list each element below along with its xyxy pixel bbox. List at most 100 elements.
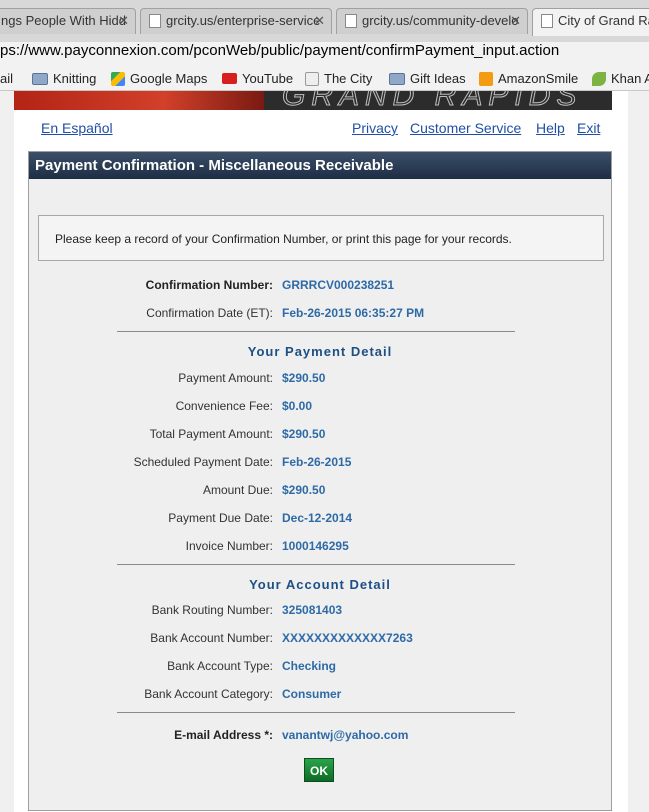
field-value: XXXXXXXXXXXXX7263 — [282, 631, 413, 645]
field-label: Bank Routing Number: — [151, 603, 273, 617]
bookmark-google-maps[interactable]: Google Maps — [111, 70, 207, 87]
field-value: $0.00 — [282, 399, 313, 413]
browser-tab-bar: ngs People With Hidd ✕ grcity.us/enterpr… — [0, 0, 649, 43]
field-label: Scheduled Payment Date: — [133, 455, 273, 469]
google-maps-icon — [111, 72, 125, 86]
divider — [117, 564, 515, 565]
confirmation-date-row: Confirmation Date (ET): Feb-26-2015 06:3… — [29, 304, 611, 322]
payment-row: Amount Due: $290.50 — [29, 481, 611, 499]
field-value: 1000146295 — [282, 539, 349, 553]
tab-close-icon[interactable]: ✕ — [118, 9, 129, 33]
browser-tab[interactable]: ngs People With Hidd ✕ — [0, 8, 136, 34]
site-banner: GRAND RAPIDS — [14, 91, 612, 110]
account-row: Bank Routing Number: 325081403 — [29, 601, 611, 619]
banner-logo-text: GRAND RAPIDS — [281, 91, 583, 110]
field-value: $290.50 — [282, 427, 326, 441]
bookmark-gift-ideas[interactable]: Gift Ideas — [389, 70, 466, 87]
folder-icon — [32, 73, 48, 85]
payment-row: Payment Due Date: Dec-12-2014 — [29, 509, 611, 527]
divider — [117, 712, 515, 713]
bookmark-label: YouTube — [242, 71, 294, 86]
account-row: Bank Account Category: Consumer — [29, 685, 611, 703]
bookmark-knitting[interactable]: Knitting — [32, 70, 96, 87]
bookmark-label: Khan A — [611, 71, 649, 86]
tab-close-icon[interactable]: ✕ — [314, 9, 325, 33]
bookmark-label: AmazonSmile — [498, 71, 579, 86]
bookmark-label: The City — [324, 71, 373, 86]
browser-tab-active[interactable]: City of Grand Rap — [532, 8, 649, 36]
field-value: Feb-26-2015 — [282, 455, 352, 469]
field-label: Confirmation Number: — [145, 278, 273, 292]
payment-row: Scheduled Payment Date: Feb-26-2015 — [29, 453, 611, 471]
confirmation-number: GRRRCV000238251 — [282, 278, 395, 292]
field-value: Checking — [282, 659, 337, 673]
bookmark-label: Gift Ideas — [410, 71, 466, 86]
field-label: Bank Account Category: — [144, 687, 273, 701]
help-link[interactable]: Help — [536, 120, 565, 136]
khan-leaf-icon — [592, 72, 606, 86]
field-label: Payment Due Date: — [168, 511, 273, 525]
field-label: Bank Account Type: — [167, 659, 273, 673]
payment-row: Convenience Fee: $0.00 — [29, 397, 611, 415]
account-detail-heading: Your Account Detail — [249, 577, 391, 592]
tab-title: City of Grand Rap — [558, 13, 649, 28]
bookmark-label: Knitting — [53, 71, 97, 86]
bookmarks-bar: ail Knitting Google Maps YouTube The Cit… — [0, 66, 649, 91]
tab-title: ngs People With Hidd — [1, 13, 127, 28]
tab-title: grcity.us/community-develo — [362, 13, 519, 28]
page-icon — [345, 14, 357, 28]
page-icon — [541, 14, 553, 28]
bookmark-item[interactable]: ail — [0, 70, 13, 87]
privacy-link[interactable]: Privacy — [352, 120, 398, 136]
address-bar[interactable]: ps://www.payconnexion.com/pconWeb/public… — [0, 42, 649, 66]
browser-tab[interactable]: grcity.us/community-develo ✕ — [336, 8, 528, 34]
bookmark-the-city[interactable]: The City — [305, 70, 372, 87]
field-value: 325081403 — [282, 603, 343, 617]
bookmark-amazonsmile[interactable]: AmazonSmile — [479, 70, 578, 87]
confirmation-number-row: Confirmation Number: GRRRCV000238251 — [29, 276, 611, 294]
field-label: Amount Due: — [202, 483, 273, 497]
bookmark-youtube[interactable]: YouTube — [222, 70, 293, 87]
bookmark-label: Google Maps — [130, 71, 208, 86]
youtube-icon — [222, 73, 237, 84]
field-label: E-mail Address *: — [174, 728, 273, 742]
bookmark-label: ail — [0, 71, 14, 86]
field-label: Total Payment Amount: — [149, 427, 273, 441]
tab-close-icon[interactable]: ✕ — [510, 9, 521, 33]
page-icon — [149, 14, 161, 28]
field-value: $290.50 — [282, 371, 326, 385]
field-label: Invoice Number: — [185, 539, 273, 553]
email-row: E-mail Address *: vanantwj@yahoo.com — [29, 726, 611, 744]
bookmark-khan[interactable]: Khan A — [592, 70, 649, 87]
payment-row: Invoice Number: 1000146295 — [29, 537, 611, 555]
espanol-link[interactable]: En Español — [41, 120, 113, 136]
customer-service-link[interactable]: Customer Service — [410, 120, 521, 136]
city-icon — [305, 72, 319, 86]
browser-tab[interactable]: grcity.us/enterprise-service ✕ — [140, 8, 332, 34]
divider — [117, 331, 515, 332]
field-label: Bank Account Number: — [150, 631, 273, 645]
payment-detail-heading: Your Payment Detail — [247, 344, 393, 359]
payment-row: Total Payment Amount: $290.50 — [29, 425, 611, 443]
panel-title: Payment Confirmation - Miscellaneous Rec… — [29, 152, 611, 179]
field-label: Convenience Fee: — [175, 399, 273, 413]
record-notice: Please keep a record of your Confirmatio… — [38, 215, 604, 261]
email-value: vanantwj@yahoo.com — [282, 728, 409, 742]
field-value: $290.50 — [282, 483, 326, 497]
field-value: Consumer — [282, 687, 342, 701]
field-value: Dec-12-2014 — [282, 511, 353, 525]
payment-row: Payment Amount: $290.50 — [29, 369, 611, 387]
field-label: Payment Amount: — [178, 371, 273, 385]
payment-confirmation-panel: Payment Confirmation - Miscellaneous Rec… — [28, 151, 612, 811]
amazon-icon — [479, 72, 493, 86]
banner-image — [14, 91, 264, 110]
ok-button[interactable]: OK — [304, 758, 334, 782]
folder-icon — [389, 73, 405, 85]
confirmation-date: Feb-26-2015 06:35:27 PM — [282, 306, 425, 320]
url-text[interactable]: ps://www.payconnexion.com/pconWeb/public… — [0, 42, 559, 60]
account-row: Bank Account Type: Checking — [29, 657, 611, 675]
tab-title: grcity.us/enterprise-service — [166, 13, 321, 28]
exit-link[interactable]: Exit — [577, 120, 600, 136]
account-row: Bank Account Number: XXXXXXXXXXXXX7263 — [29, 629, 611, 647]
field-label: Confirmation Date (ET): — [146, 306, 273, 320]
